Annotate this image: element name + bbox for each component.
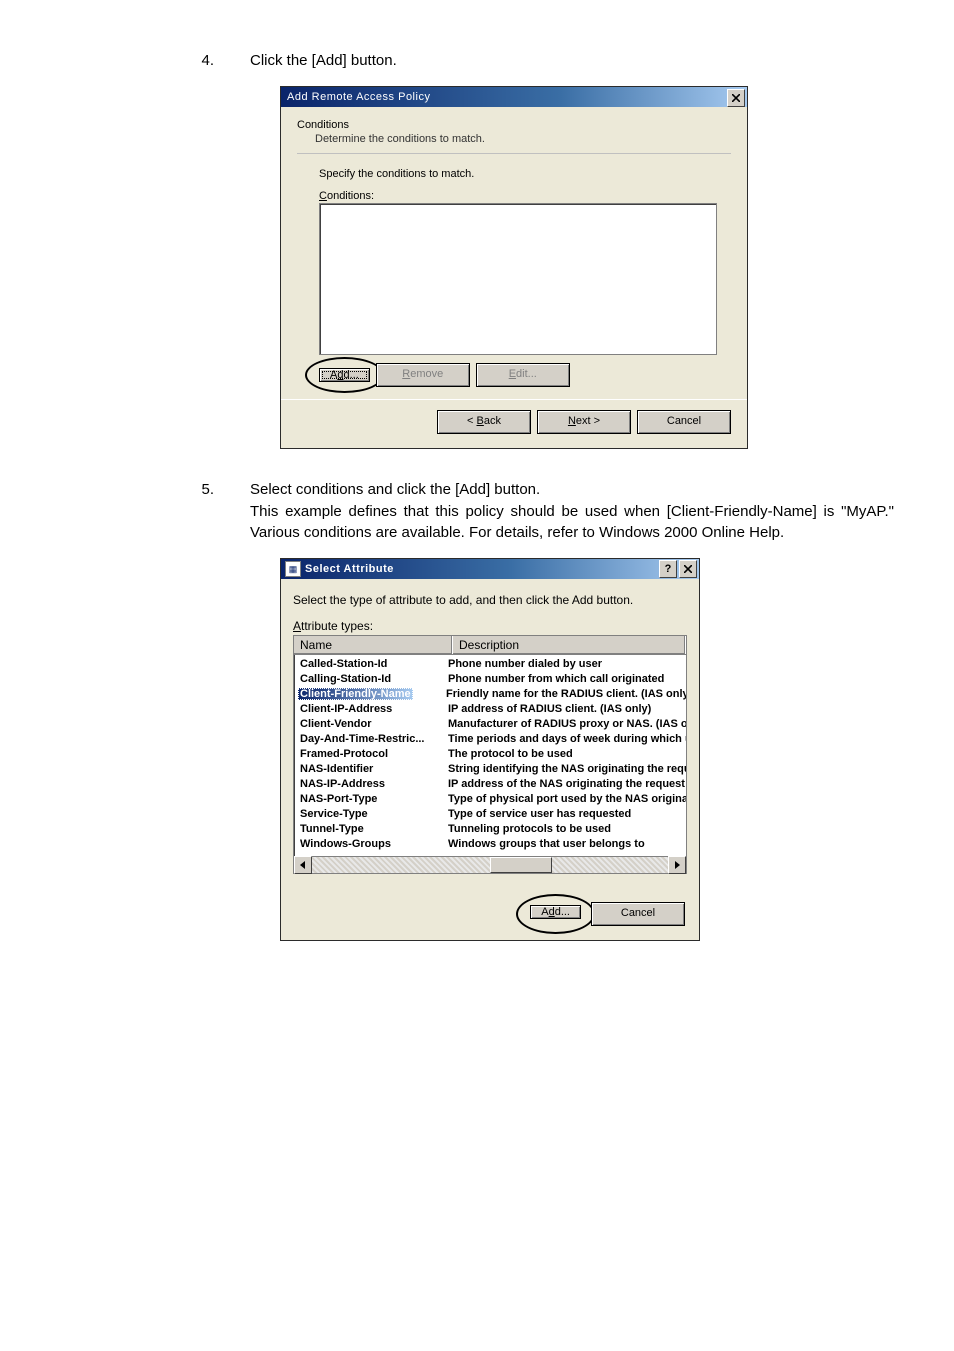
list-item[interactable]: Service-TypeType of service user has req… [294,807,686,822]
col-name[interactable]: Name [294,636,453,654]
list-item[interactable]: Calling-Station-IdPhone number from whic… [294,672,686,687]
attr-name: Windows-Groups [294,837,446,852]
attr-name: Framed-Protocol [294,747,446,762]
scroll-left-icon[interactable] [294,856,312,874]
attribute-list[interactable]: Name Description Called-Station-IdPhone … [293,635,687,874]
dialog2-prompt: Select the type of attribute to add, and… [293,593,687,607]
attr-name: Called-Station-Id [294,657,446,672]
close-icon[interactable] [679,560,697,578]
attr-desc: IP address of the NAS originating the re… [446,777,686,792]
scroll-track[interactable] [312,857,668,873]
list-item[interactable]: NAS-IP-AddressIP address of the NAS orig… [294,777,686,792]
attr-desc: Friendly name for the RADIUS client. (IA… [444,687,686,702]
dialog1-titlebar[interactable]: Add Remote Access Policy [281,87,747,107]
attr-desc: Type of physical port used by the NAS or… [446,792,686,807]
next-button[interactable]: Next > [537,410,631,434]
list-item[interactable]: Framed-ProtocolThe protocol to be used [294,747,686,762]
add-button[interactable]: Add... [319,368,370,382]
attr-desc: String identifying the NAS originating t… [446,762,686,777]
attr-desc: IP address of RADIUS client. (IAS only) [446,702,686,717]
dialog1-title: Add Remote Access Policy [287,91,430,103]
add-remote-access-policy-dialog: Add Remote Access Policy Conditions Dete… [280,86,748,449]
dialog1-section-sub: Determine the conditions to match. [297,133,731,145]
attr-desc: Type of service user has requested [446,807,686,822]
add-button[interactable]: Add... [530,905,581,919]
list-item[interactable]: Windows-GroupsWindows groups that user b… [294,837,686,852]
remove-button[interactable]: Remove [376,363,470,387]
attr-desc: The protocol to be used [446,747,686,762]
step-4-text: Click the [Add] button. [250,50,894,72]
list-item[interactable]: Client-Friendly-NameFriendly name for th… [294,687,686,702]
app-icon: ▦ [285,561,301,577]
back-button[interactable]: < Back [437,410,531,434]
step-5-line1: Select conditions and click the [Add] bu… [250,481,540,498]
list-item[interactable]: Called-Station-IdPhone number dialed by … [294,657,686,672]
conditions-label: Conditions: [297,190,731,202]
dialog2-titlebar[interactable]: ▦ Select Attribute ? [281,559,699,579]
cancel-button[interactable]: Cancel [637,410,731,434]
help-icon[interactable]: ? [659,560,677,578]
list-item[interactable]: Tunnel-TypeTunneling protocols to be use… [294,822,686,837]
attr-desc: Phone number dialed by user [446,657,686,672]
edit-button[interactable]: Edit... [476,363,570,387]
list-item[interactable]: Day-And-Time-Restric...Time periods and … [294,732,686,747]
step-5-line2: This example defines that this policy sh… [250,503,894,542]
attr-name: Client-Vendor [294,717,446,732]
dialog2-title: Select Attribute [305,563,394,575]
step-4-number: 4. [190,52,214,69]
attr-name: Day-And-Time-Restric... [294,732,446,747]
step-5-number: 5. [190,481,214,498]
attr-name: Calling-Station-Id [294,672,446,687]
attr-desc: Time periods and days of week during whi… [446,732,686,747]
dialog1-section-title: Conditions [297,119,731,131]
list-item[interactable]: NAS-Port-TypeType of physical port used … [294,792,686,807]
step-5-text: Select conditions and click the [Add] bu… [250,479,894,544]
close-icon[interactable] [727,89,745,107]
scroll-right-icon[interactable] [668,856,686,874]
attr-desc: Phone number from which call originated [446,672,686,687]
attr-name: NAS-Identifier [294,762,446,777]
attr-name: Tunnel-Type [294,822,446,837]
cancel-button[interactable]: Cancel [591,902,685,926]
col-desc[interactable]: Description [453,636,686,654]
list-item[interactable]: NAS-IdentifierString identifying the NAS… [294,762,686,777]
dialog1-specify-text: Specify the conditions to match. [297,168,731,180]
step-4: 4. Click the [Add] button. [60,50,894,72]
list-header: Name Description [294,636,686,655]
attr-name: NAS-IP-Address [294,777,446,792]
attr-name: Service-Type [294,807,446,822]
attr-desc: Manufacturer of RADIUS proxy or NAS. (IA… [446,717,686,732]
select-attribute-dialog: ▦ Select Attribute ? Select the type of … [280,558,700,941]
scroll-thumb[interactable] [490,857,552,873]
conditions-listbox[interactable] [319,203,717,355]
list-item[interactable]: Client-IP-AddressIP address of RADIUS cl… [294,702,686,717]
list-item[interactable]: Client-VendorManufacturer of RADIUS prox… [294,717,686,732]
attr-desc: Tunneling protocols to be used [446,822,686,837]
attr-name: Client-Friendly-Name [294,687,444,702]
attribute-types-label: Attribute types: [293,619,687,633]
step-5: 5. Select conditions and click the [Add]… [60,479,894,544]
horizontal-scrollbar[interactable] [294,856,686,873]
attr-name: NAS-Port-Type [294,792,446,807]
attr-desc: Windows groups that user belongs to [446,837,686,852]
attr-name: Client-IP-Address [294,702,446,717]
